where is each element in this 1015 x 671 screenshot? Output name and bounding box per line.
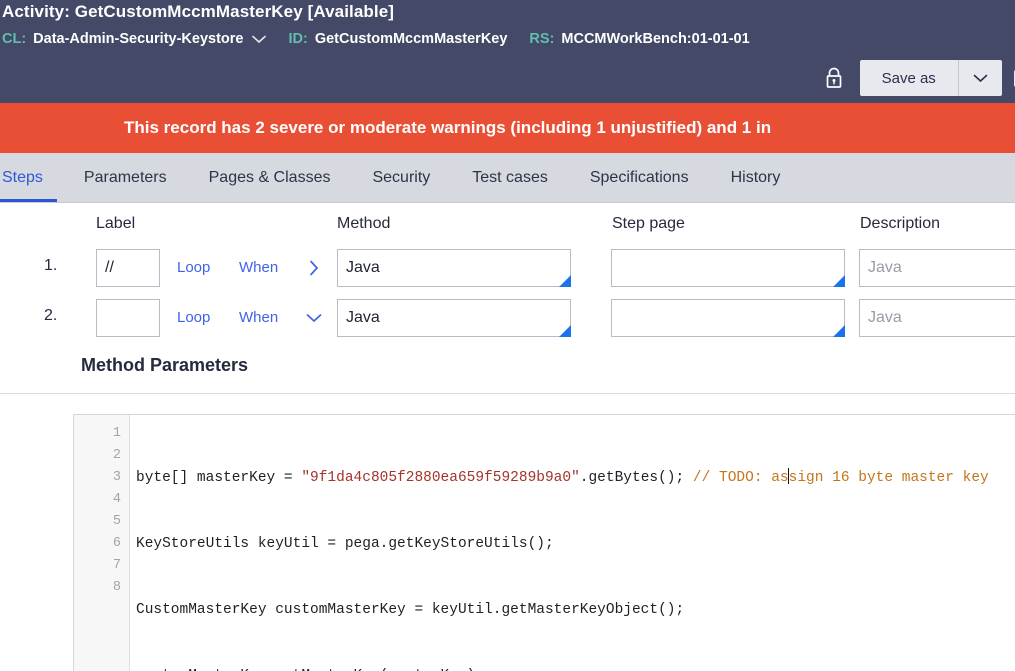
- column-header-step-page: Step page: [612, 215, 685, 232]
- tab-parameters-label: Parameters: [83, 168, 167, 186]
- id-label: ID:: [288, 30, 308, 47]
- lock-icon[interactable]: [822, 64, 846, 92]
- tab-pages-and-classes-label: Pages & Classes: [208, 168, 331, 186]
- column-header-label: Label: [96, 215, 136, 232]
- step-method-input[interactable]: [337, 249, 571, 287]
- chevron-down-icon[interactable]: [252, 31, 267, 48]
- tab-steps-label: Steps: [2, 168, 43, 186]
- step-method-input[interactable]: [337, 299, 571, 337]
- code-line-1-pre: byte[] masterKey =: [136, 470, 302, 486]
- code-line-4: customMasterKey.setMasterKey(masterKey);: [136, 665, 1015, 671]
- id-value: GetCustomMccmMasterKey: [314, 30, 508, 47]
- step-label-input[interactable]: [96, 249, 160, 287]
- section-divider: [0, 393, 1015, 394]
- steps-panel: Label Method Step page Description 1. Lo…: [0, 203, 1015, 671]
- warning-banner-text: This record has 2 severe or moderate war…: [124, 118, 772, 137]
- line-number: 4: [112, 492, 121, 507]
- code-line-1-comment-before-caret: // TODO: as: [692, 470, 789, 486]
- step-row: 1. Loop When: [0, 249, 1015, 287]
- code-line-2: KeyStoreUtils keyUtil = pega.getKeyStore…: [136, 536, 554, 552]
- code-line-1: byte[] masterKey = "9f1da4c805f2880ea659…: [136, 467, 1015, 489]
- line-number: 8: [112, 580, 121, 595]
- when-link[interactable]: When: [239, 259, 278, 276]
- step-page-input[interactable]: [611, 249, 845, 287]
- tab-specifications[interactable]: Specifications: [569, 153, 710, 202]
- line-number: 7: [112, 558, 121, 573]
- step-number: 1.: [44, 257, 58, 274]
- ruleset-label: RS:: [529, 30, 555, 47]
- code-line-1-string: "9f1da4c805f2880ea659f59289b9a0": [301, 470, 580, 486]
- code-content[interactable]: byte[] masterKey = "9f1da4c805f2880ea659…: [130, 415, 1015, 671]
- tab-test-cases-label: Test cases: [472, 168, 548, 186]
- loop-link[interactable]: Loop: [177, 309, 210, 326]
- tab-security[interactable]: Security: [351, 153, 451, 202]
- chevron-right-icon[interactable]: [303, 257, 325, 279]
- steps-column-headers: Label Method Step page Description: [0, 215, 1015, 243]
- code-line-1-comment-after-caret: sign 16 byte master key: [788, 470, 989, 486]
- tab-history[interactable]: History: [710, 153, 802, 202]
- warning-banner: This record has 2 severe or moderate war…: [0, 103, 1015, 153]
- tab-steps[interactable]: Steps: [0, 153, 63, 202]
- page-title: Activity: GetCustomMccmMasterKey [Availa…: [2, 2, 395, 21]
- line-number: 3: [112, 470, 121, 485]
- save-as-button[interactable]: Save as: [859, 60, 958, 96]
- tab-bar: Steps Parameters Pages & Classes Securit…: [0, 153, 1015, 203]
- step-row: 2. Loop When: [0, 299, 1015, 337]
- record-metadata-row: CL: Data-Admin-Security-Keystore ID: Get…: [2, 30, 750, 47]
- tab-pages-and-classes[interactable]: Pages & Classes: [188, 153, 352, 202]
- step-description-input[interactable]: [859, 299, 1015, 337]
- method-parameters-heading: Method Parameters: [81, 355, 249, 375]
- class-value: Data-Admin-Security-Keystore: [33, 30, 244, 47]
- when-link[interactable]: When: [239, 309, 278, 326]
- step-label-input[interactable]: [96, 299, 160, 337]
- class-label: CL:: [2, 30, 27, 47]
- tab-parameters[interactable]: Parameters: [63, 153, 188, 202]
- tab-security-label: Security: [372, 168, 431, 186]
- ruleset-value: MCCMWorkBench:01-01-01: [561, 30, 750, 47]
- code-line-1-mid: .getBytes();: [579, 470, 693, 486]
- code-line-3: CustomMasterKey customMasterKey = keyUti…: [136, 602, 685, 618]
- line-number: 1: [112, 426, 121, 441]
- column-header-method: Method: [337, 215, 391, 232]
- step-description-input[interactable]: [859, 249, 1015, 287]
- step-page-input[interactable]: [611, 299, 845, 337]
- tab-test-cases[interactable]: Test cases: [451, 153, 569, 202]
- header-actions: Save as De: [822, 60, 1015, 96]
- code-editor[interactable]: 1 2 3 4 5 6 7 8 byte[] masterKey = "9f1d…: [73, 414, 1015, 671]
- top-header-bar: Activity: GetCustomMccmMasterKey [Availa…: [0, 0, 1015, 103]
- save-as-button-group: Save as: [859, 60, 1002, 96]
- line-number: 6: [112, 536, 121, 551]
- code-gutter: 1 2 3 4 5 6 7 8: [74, 415, 130, 671]
- line-number: 5: [112, 514, 121, 529]
- line-number: 2: [112, 448, 121, 463]
- tab-specifications-label: Specifications: [589, 168, 689, 186]
- tab-history-label: History: [730, 168, 781, 186]
- step-number: 2.: [44, 307, 58, 324]
- loop-link[interactable]: Loop: [177, 259, 210, 276]
- column-header-description: Description: [860, 215, 941, 232]
- save-as-dropdown-toggle[interactable]: [957, 60, 1002, 96]
- chevron-down-icon[interactable]: [303, 307, 325, 329]
